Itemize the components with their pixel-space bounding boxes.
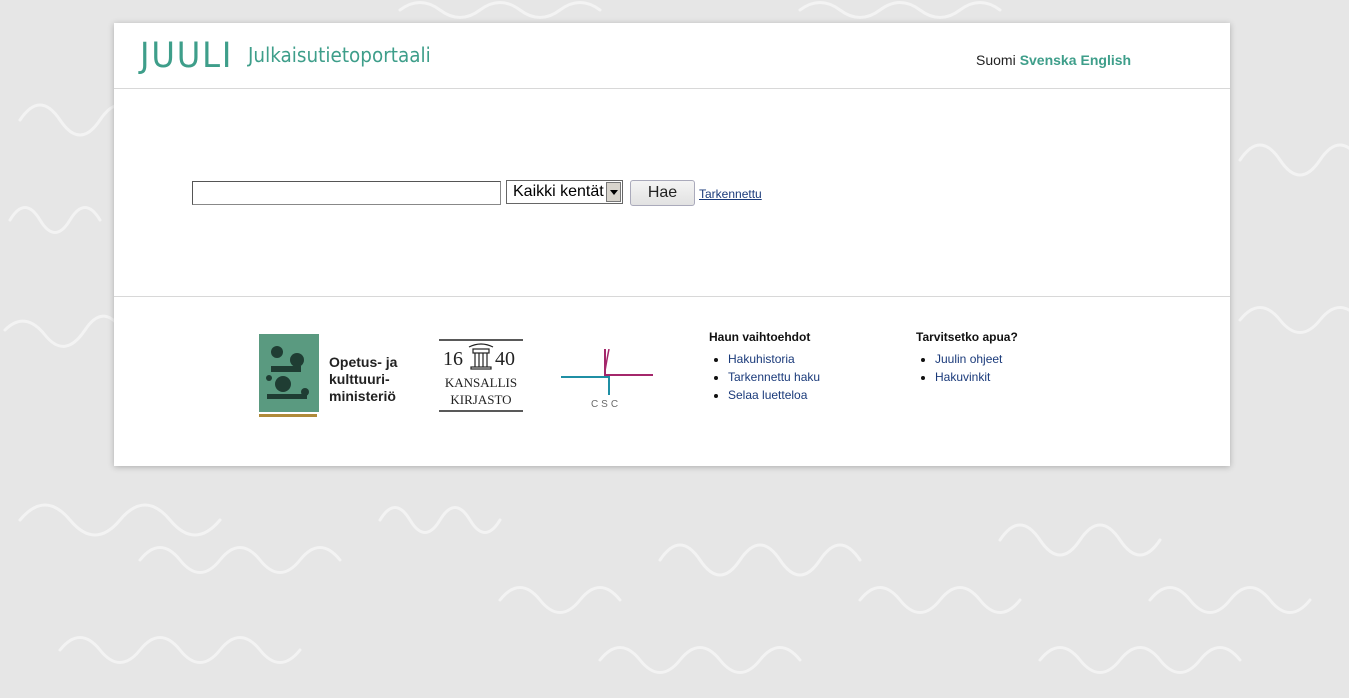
list-item: Selaa luetteloa — [728, 386, 820, 404]
search-field-select[interactable]: Kaikki kentät — [506, 180, 623, 204]
header: JUULI Julkaisutietoportaali Suomi Svenska… — [114, 23, 1230, 89]
link-hakuhistoria[interactable]: Hakuhistoria — [728, 352, 795, 366]
list-item: Juulin ohjeet — [935, 350, 1018, 368]
portal-title: Julkaisutietoportaali — [248, 43, 431, 67]
okm-logo-text: Opetus- ja kulttuuri- ministeriö — [329, 354, 398, 404]
search-area: Kaikki kentät Hae Tarkennettu — [114, 89, 1230, 297]
search-input[interactable] — [192, 181, 501, 205]
link-juulin-ohjeet[interactable]: Juulin ohjeet — [935, 352, 1002, 366]
okm-emblem-icon — [259, 334, 319, 417]
search-options-column: Haun vaihtoehdot Hakuhistoria Tarkennett… — [709, 330, 820, 404]
footer: Opetus- ja kulttuuri- ministeriö 16 40 K… — [114, 297, 1230, 467]
list-item: Hakuvinkit — [935, 368, 1018, 386]
svg-text:CSC: CSC — [591, 399, 621, 410]
search-options-heading: Haun vaihtoehdot — [709, 330, 811, 344]
language-link-svenska[interactable]: Svenska — [1020, 52, 1077, 68]
advanced-search-link[interactable]: Tarkennettu — [699, 187, 762, 201]
chevron-down-icon[interactable] — [606, 182, 621, 202]
language-current: Suomi — [976, 52, 1016, 68]
list-item: Tarkennettu haku — [728, 368, 820, 386]
okm-logo[interactable]: Opetus- ja kulttuuri- ministeriö — [257, 332, 407, 420]
link-selaa-luetteloa[interactable]: Selaa luetteloa — [728, 388, 807, 402]
juuli-logo[interactable]: JUULI — [140, 39, 233, 74]
search-field-selected: Kaikki kentät — [513, 183, 604, 200]
help-column: Tarvitsetko apua? Juulin ohjeet Hakuvink… — [916, 330, 1018, 386]
svg-text:16: 16 — [443, 348, 463, 370]
help-heading: Tarvitsetko apua? — [916, 330, 1018, 344]
list-item: Hakuhistoria — [728, 350, 820, 368]
main-panel: JUULI Julkaisutietoportaali Suomi Svenska… — [114, 23, 1230, 466]
search-button[interactable]: Hae — [630, 180, 695, 206]
svg-text:KANSALLIS: KANSALLIS — [445, 375, 517, 390]
link-hakuvinkit[interactable]: Hakuvinkit — [935, 370, 990, 384]
language-link-english[interactable]: English — [1081, 52, 1132, 68]
link-tarkennettu-haku[interactable]: Tarkennettu haku — [728, 370, 820, 384]
language-switcher: Suomi Svenska English — [976, 52, 1135, 68]
csc-logo[interactable]: CSC — [561, 349, 656, 411]
kansalliskirjasto-logo[interactable]: 16 40 KANSALLIS KIRJASTO — [439, 339, 523, 413]
svg-text:KIRJASTO: KIRJASTO — [450, 392, 511, 407]
svg-text:40: 40 — [495, 348, 515, 370]
